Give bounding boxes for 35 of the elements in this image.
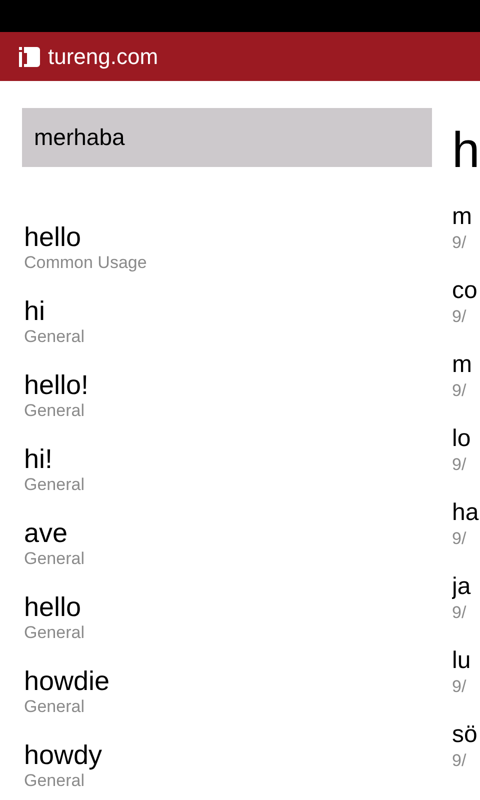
site-title: tureng.com [48, 43, 158, 71]
history-date: 9/ [452, 529, 466, 549]
history-term[interactable]: lu [452, 645, 471, 677]
result-category: General [24, 401, 84, 421]
result-term[interactable]: howdie [24, 665, 110, 697]
result-category: General [24, 549, 84, 569]
result-category: Common Usage [24, 253, 147, 273]
result-term[interactable]: howdy [24, 739, 102, 771]
result-term[interactable]: hello [24, 591, 82, 623]
history-term[interactable]: m [452, 201, 472, 233]
history-term[interactable]: ha [452, 497, 479, 529]
result-category: General [24, 327, 84, 347]
result-term[interactable]: hi! [24, 443, 53, 475]
history-date: 9/ [452, 381, 466, 401]
result-category: General [24, 771, 84, 791]
result-term[interactable]: hi [24, 295, 46, 327]
result-term[interactable]: hello! [24, 369, 89, 401]
history-term[interactable]: m [452, 349, 472, 381]
result-category: General [24, 623, 84, 643]
result-term[interactable]: hello [24, 221, 82, 253]
history-date: 9/ [452, 751, 466, 771]
result-category: General [24, 697, 84, 717]
history-term[interactable]: co [452, 275, 478, 307]
logo-icon [18, 44, 42, 68]
history-date: 9/ [452, 677, 466, 697]
history-date: 9/ [452, 233, 466, 253]
panel-title: h [452, 125, 480, 175]
result-category: General [24, 475, 84, 495]
history-date: 9/ [452, 307, 466, 327]
history-date: 9/ [452, 455, 466, 475]
history-term[interactable]: sö [452, 719, 478, 751]
history-term[interactable]: lo [452, 423, 471, 455]
history-date: 9/ [452, 603, 466, 623]
result-term[interactable]: ave [24, 517, 68, 549]
search-field[interactable]: merhaba [22, 108, 432, 167]
